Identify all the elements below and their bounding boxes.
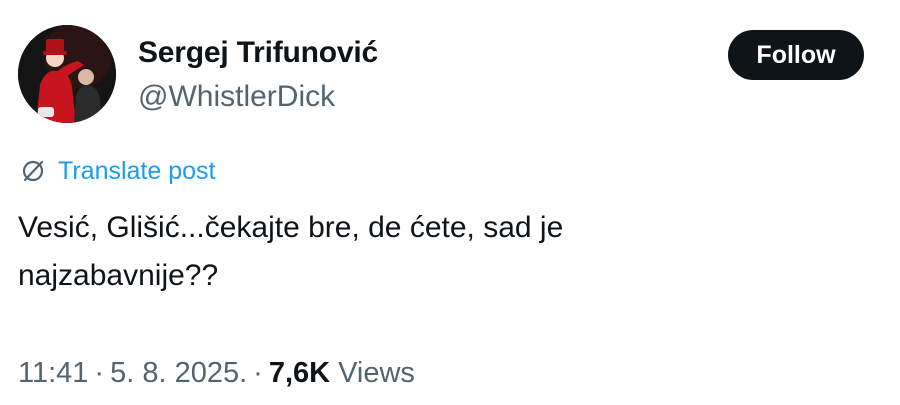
- post-date[interactable]: 5. 8. 2025.: [110, 357, 247, 390]
- tweet-card: Sergej Trifunović @WhistlerDick Follow T…: [0, 0, 900, 405]
- translate-post-link[interactable]: Translate post: [20, 156, 215, 186]
- author-name[interactable]: Sergej Trifunović: [138, 36, 378, 70]
- globe-slash-icon: [20, 158, 46, 184]
- views-label: Views: [338, 356, 415, 389]
- translate-post-label: Translate post: [58, 156, 216, 185]
- separator: ·: [253, 356, 263, 389]
- avatar[interactable]: [18, 25, 116, 123]
- post-text-line: najzabavnije??: [18, 259, 219, 292]
- follow-button[interactable]: Follow: [728, 30, 864, 80]
- post-time[interactable]: 11:41: [18, 357, 88, 390]
- views-count[interactable]: 7,6K: [269, 357, 330, 390]
- author-handle[interactable]: @WhistlerDick: [138, 80, 335, 114]
- avatar-image: [18, 25, 116, 123]
- post-text: Vesić, Glišić...čekajte bre, de ćete, sa…: [18, 204, 878, 300]
- post-text-line: Vesić, Glišić...čekajte bre, de ćete, sa…: [18, 211, 564, 244]
- post-meta: 11:41 · 5. 8. 2025. · 7,6K Views: [18, 356, 415, 390]
- separator: ·: [94, 356, 105, 389]
